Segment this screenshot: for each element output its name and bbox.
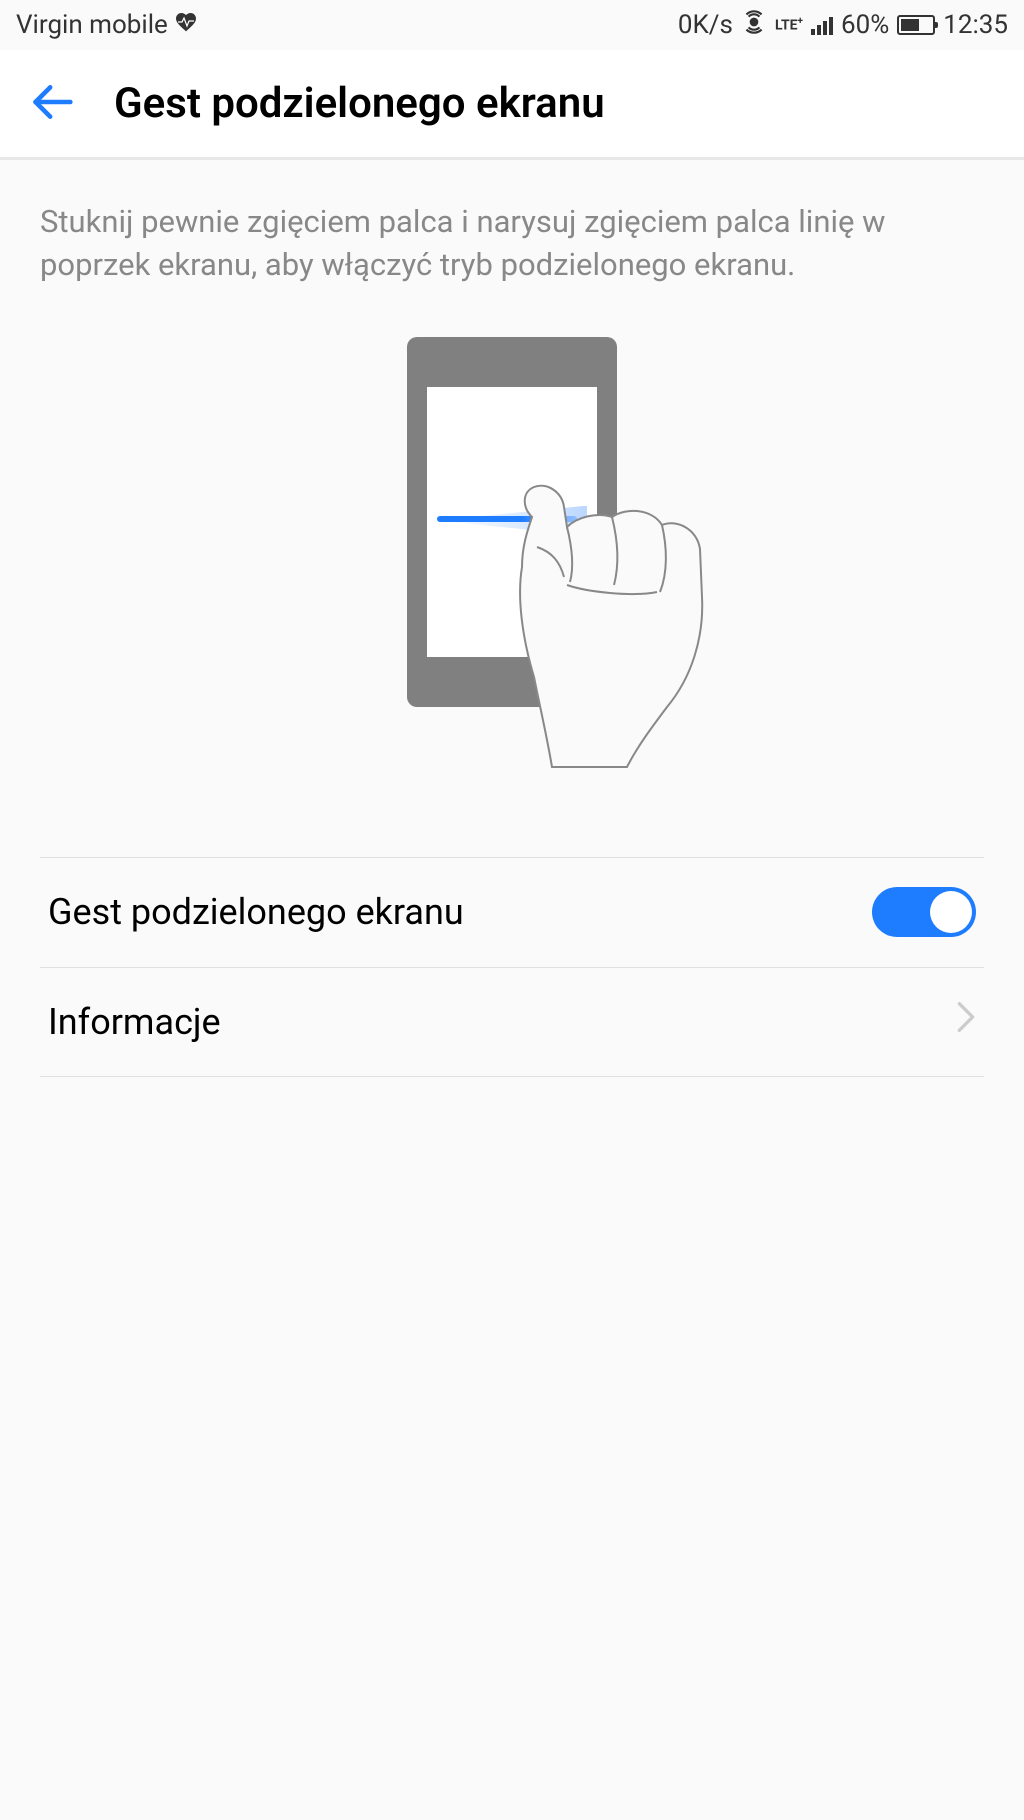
split-screen-gesture-toggle[interactable]: [872, 887, 976, 937]
status-bar: Virgin mobile 0K/s LTE+ 60% 12:35: [0, 0, 1024, 50]
back-button[interactable]: [30, 80, 74, 128]
hotspot-icon: [741, 9, 767, 42]
description-text: Stuknij pewnie zgięciem palca i narysuj …: [40, 200, 984, 287]
split-screen-gesture-label: Gest podzielonego ekranu: [48, 891, 464, 933]
app-header: Gest podzielonego ekranu: [0, 50, 1024, 160]
status-right: 0K/s LTE+ 60% 12:35: [678, 9, 1008, 42]
battery-percent: 60%: [841, 10, 889, 40]
page-title: Gest podzielonego ekranu: [114, 79, 605, 128]
battery-icon: [897, 15, 935, 35]
information-row[interactable]: Informacje: [40, 967, 984, 1077]
gesture-illustration: [40, 337, 984, 777]
signal-icon: [811, 15, 833, 35]
information-label: Informacje: [48, 1001, 221, 1043]
toggle-knob: [930, 891, 972, 933]
carrier-label: Virgin mobile: [16, 10, 168, 40]
content-area: Stuknij pewnie zgięciem palca i narysuj …: [0, 160, 1024, 1077]
clock: 12:35: [943, 10, 1008, 40]
heart-icon: [174, 10, 198, 40]
network-type: LTE+: [775, 17, 803, 33]
status-left: Virgin mobile: [16, 10, 198, 40]
hand-icon: [492, 457, 752, 781]
chevron-right-icon: [956, 1000, 976, 1043]
data-speed: 0K/s: [678, 10, 733, 40]
split-screen-gesture-row: Gest podzielonego ekranu: [40, 857, 984, 967]
